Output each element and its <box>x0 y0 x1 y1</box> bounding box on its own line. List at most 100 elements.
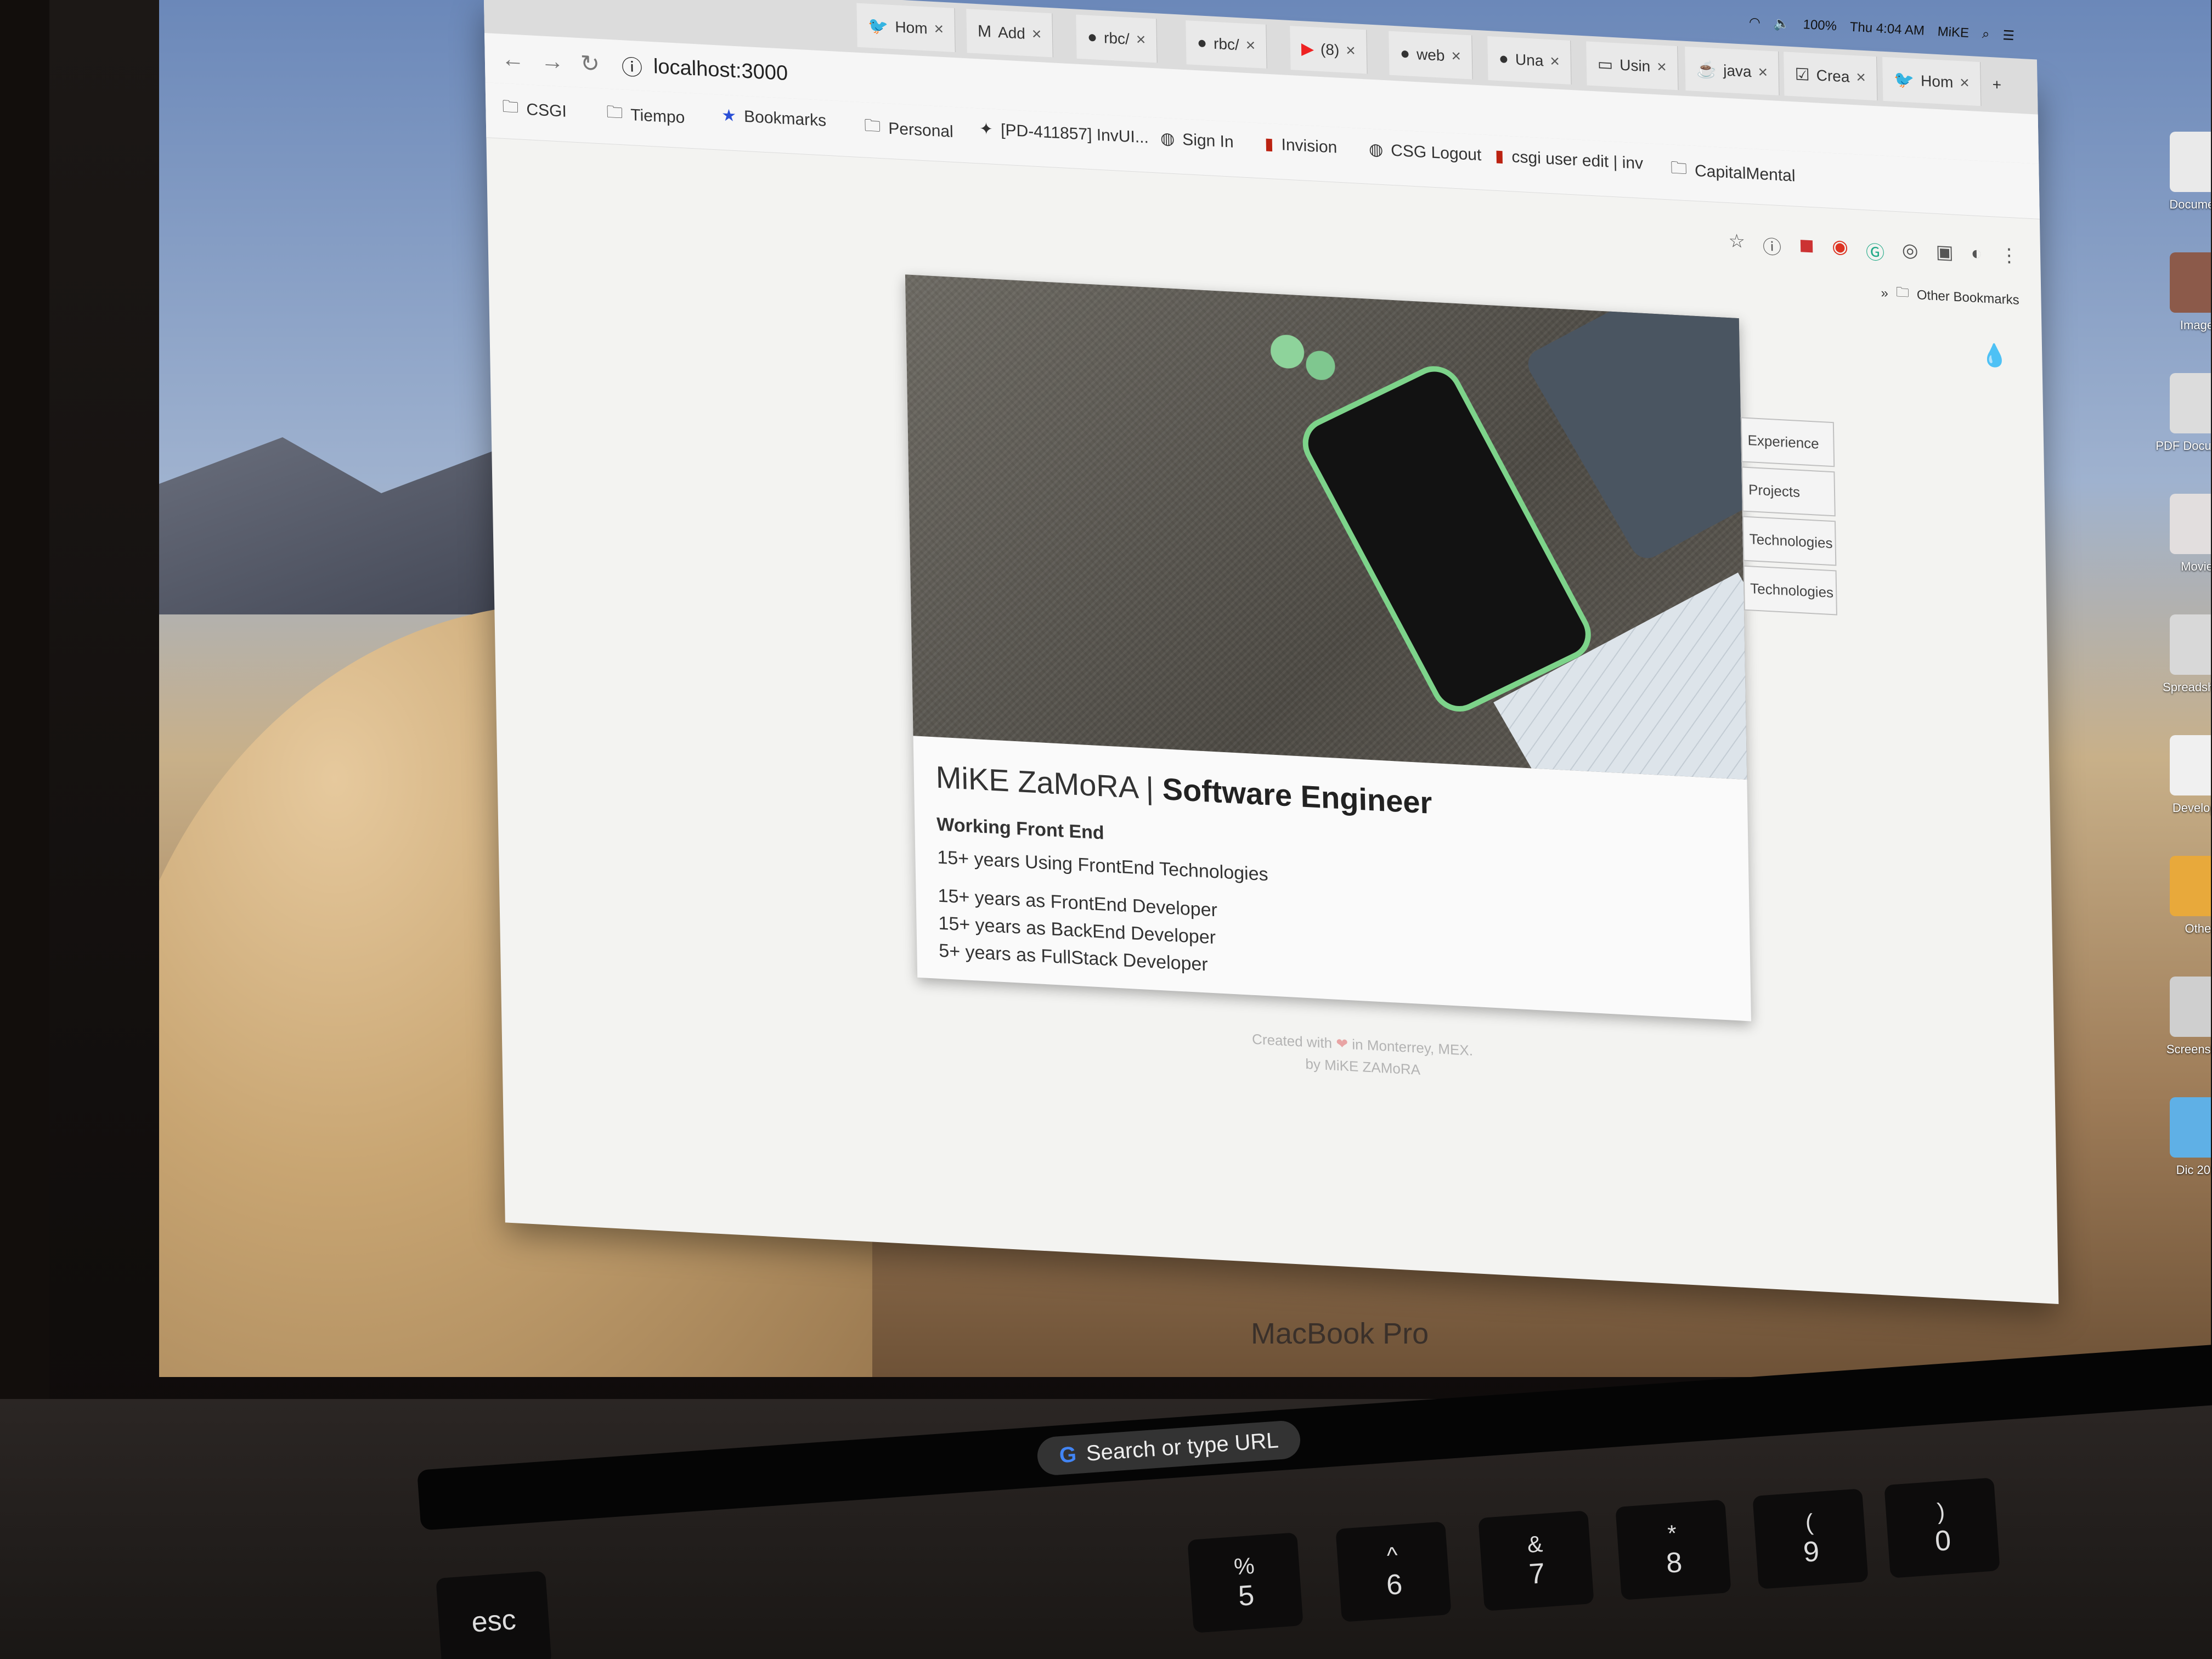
globe-icon: ◍ <box>1160 129 1175 149</box>
bookmark-item[interactable]: ▮ Invision <box>1265 134 1338 157</box>
desktop-icon-documents[interactable]: Documents <box>2145 132 2211 212</box>
profile-icon[interactable]: ◐ <box>1971 242 1982 270</box>
folder-icon: 🗀 <box>1895 285 1910 301</box>
back-icon[interactable]: ← <box>501 46 524 73</box>
close-icon[interactable]: × <box>934 20 944 39</box>
info-icon[interactable]: ⓘ <box>622 50 643 81</box>
grammarly-icon[interactable]: Ⓖ <box>1866 237 1885 265</box>
tab[interactable]: ☕ java × <box>1685 46 1780 95</box>
youtube-icon: ▶ <box>1301 39 1314 58</box>
desktop-icon-movies[interactable]: Movies <box>2145 494 2211 574</box>
tab[interactable]: ● web × <box>1389 31 1473 80</box>
menu-icon[interactable]: ⋮ <box>2000 244 2019 272</box>
fd-extension-icon[interactable]: ▣ <box>1936 241 1954 269</box>
bookmark-item[interactable]: 🗀 CSGI <box>502 94 567 126</box>
nav-experience-button[interactable]: Experience <box>1740 417 1835 467</box>
camera-icon[interactable]: ◎ <box>1901 239 1918 267</box>
key-0[interactable]: ) 0 <box>1884 1477 2000 1578</box>
bookmark-item[interactable]: ✦ [PD-411857] InvUI... <box>979 119 1149 147</box>
key-9[interactable]: (9 <box>1752 1488 1869 1589</box>
card-hero-image <box>905 274 1747 780</box>
key-8[interactable]: * 8 <box>1615 1499 1731 1600</box>
battery-percent[interactable]: 100% <box>1803 17 1837 34</box>
close-icon[interactable]: × <box>1856 68 1866 87</box>
bookmark-item[interactable]: 🗀 Tiempo <box>606 100 685 132</box>
user-name[interactable]: MiKE <box>1937 24 1970 41</box>
password-extension-icon[interactable]: ⓘ <box>1763 232 1782 259</box>
nav-projects-button[interactable]: Projects <box>1741 466 1836 517</box>
tab[interactable]: 🐦 Hom × <box>1882 57 1982 106</box>
new-tab-button[interactable]: + <box>1981 62 2013 108</box>
star-icon[interactable]: ☆ <box>1728 230 1745 258</box>
close-icon[interactable]: × <box>1960 74 1970 93</box>
developer-file-icon <box>2170 735 2211 795</box>
folder-icon: 🗀 <box>864 116 881 136</box>
water-drop-icon[interactable]: 💧 <box>1980 342 2008 369</box>
jira-icon: ✦ <box>979 120 994 139</box>
nav-technologies-button[interactable]: Technologies <box>1742 516 1837 566</box>
close-icon[interactable]: × <box>1346 41 1356 60</box>
close-icon[interactable]: × <box>1245 36 1255 55</box>
tab[interactable]: ● rbc/× <box>1186 20 1267 69</box>
url-text[interactable]: localhost:3000 <box>653 55 788 86</box>
plant-leaves <box>1262 326 1346 391</box>
opera-extension-icon[interactable]: ◉ <box>1832 235 1849 263</box>
twitter-icon: 🐦 <box>1893 70 1915 90</box>
desktop-icon-other[interactable]: Other <box>2145 856 2211 936</box>
address-bar[interactable]: ⓘ localhost:3000 <box>621 48 788 90</box>
github-icon: ● <box>1197 33 1207 53</box>
bookmark-item[interactable]: 🗀 CapitalMental <box>1671 156 1796 190</box>
tab[interactable]: ▶ (8) × <box>1290 26 1368 74</box>
touchbar-search[interactable]: G Search or type URL <box>1036 1419 1302 1476</box>
wifi-icon[interactable]: ◠ <box>1748 14 1760 30</box>
key-esc[interactable]: esc <box>436 1571 552 1659</box>
heart-icon: ❤ <box>1336 1035 1348 1052</box>
pdf-extension-icon[interactable]: ◼ <box>1799 234 1815 262</box>
desktop-icon-folder-dic-2018[interactable]: Dic 2018 <box>2145 1097 2211 1177</box>
desktop-icon-developer[interactable]: Developer <box>2145 735 2211 815</box>
close-icon[interactable]: × <box>1451 47 1461 66</box>
pdf-icon <box>2170 373 2211 433</box>
close-icon[interactable]: × <box>1136 30 1146 49</box>
bookmark-item[interactable]: ▮ csgi user edit | inv <box>1495 146 1644 173</box>
key-5[interactable]: % 5 <box>1187 1532 1304 1633</box>
key-6[interactable]: ^ 6 <box>1335 1521 1452 1622</box>
other-bookmarks[interactable]: » 🗀 Other Bookmarks <box>1881 282 2019 312</box>
desktop-icon-pdf[interactable]: PDF Documents <box>2145 373 2211 453</box>
bookmark-item[interactable]: ◍ Sign In <box>1160 129 1234 152</box>
tab[interactable]: ▭ Usin × <box>1586 41 1679 91</box>
bookmark-item[interactable]: ★ Bookmarks <box>721 106 827 131</box>
photo-scene: ◠ 🔈 100% Thu 4:04 AM MiKE ⌕ ☰ Documents … <box>0 0 2212 1659</box>
close-icon[interactable]: × <box>1758 63 1768 82</box>
tab[interactable]: 🐦 Hom × <box>856 3 956 53</box>
spotlight-icon[interactable]: ⌕ <box>1982 26 1990 42</box>
clock[interactable]: Thu 4:04 AM <box>1849 20 1925 39</box>
nav-technologies-button-2[interactable]: Technologies <box>1743 565 1837 616</box>
volume-icon[interactable]: 🔈 <box>1773 15 1790 32</box>
tab[interactable]: ☑ Crea × <box>1784 52 1878 101</box>
medium-icon: M <box>977 22 992 41</box>
bookmark-item[interactable]: 🗀 Personal <box>864 113 953 146</box>
notification-center-icon[interactable]: ☰ <box>2002 27 2015 44</box>
folder-icon: 🗀 <box>606 103 623 122</box>
bookmark-item[interactable]: ◍ CSG Logout <box>1369 140 1482 165</box>
laptop-corner-photo <box>1522 274 1747 564</box>
java-icon: ☕ <box>1696 60 1717 80</box>
desktop-icon-screenshots[interactable]: Screenshots <box>2145 977 2211 1057</box>
forward-icon[interactable]: → <box>540 47 564 75</box>
checkbox-icon: ☑ <box>1795 65 1810 84</box>
tab[interactable]: M Add × <box>966 9 1054 58</box>
tab[interactable]: ● rbc/× <box>1076 14 1158 63</box>
reload-icon[interactable]: ↻ <box>580 49 600 77</box>
close-icon[interactable]: × <box>1550 52 1560 71</box>
close-icon[interactable]: × <box>1032 25 1042 44</box>
card-subtitle: Working Front End <box>936 814 1104 844</box>
github-icon: ● <box>1087 27 1098 47</box>
tab[interactable]: ● Una × <box>1487 36 1572 85</box>
key-7[interactable]: & 7 <box>1478 1510 1594 1611</box>
movie-icon <box>2170 494 2211 554</box>
globe-icon: ◍ <box>1368 140 1384 160</box>
desktop-icon-spreadsheets[interactable]: Spreadsheets <box>2145 614 2211 695</box>
close-icon[interactable]: × <box>1657 58 1667 77</box>
desktop-icon-images[interactable]: Images <box>2145 252 2211 332</box>
